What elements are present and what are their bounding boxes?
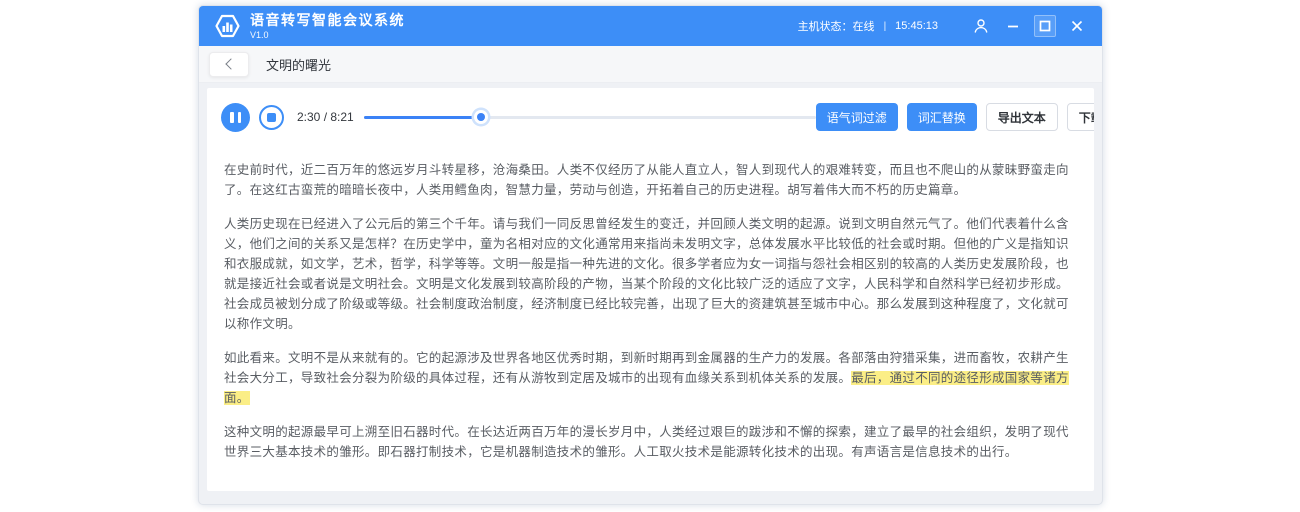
app-window: 语音转写智能会议系统 V1.0 主机状态：在线 | 15:45:13 [198,5,1103,505]
pause-button[interactable] [221,103,250,132]
audio-player: 2:30 / 8:21 语气词过滤 词汇替换 导出文本 下载音频 [207,88,1094,136]
pause-icon [230,112,234,123]
app-title: 语音转写智能会议系统 [250,13,405,28]
download-audio-button[interactable]: 下载音频 [1067,103,1094,131]
close-button[interactable] [1066,15,1088,37]
app-title-block: 语音转写智能会议系统 V1.0 [250,13,405,40]
user-icon[interactable] [970,15,992,37]
title-bar: 语音转写智能会议系统 V1.0 主机状态：在线 | 15:45:13 [199,6,1102,46]
progress-slider[interactable] [364,109,816,125]
time-display: 2:30 / 8:21 [297,110,354,124]
clock: 15:45:13 [895,20,938,32]
app-logo-icon [213,13,241,39]
progress-thumb[interactable] [474,110,488,124]
maximize-button[interactable] [1034,15,1056,37]
transcript-paragraph: 如此看来。文明不是从来就有的。它的起源涉及世界各地区优秀时期，到新时期再到金属器… [224,348,1077,408]
transcript-paragraph: 人类历史现在已经进入了公元后的第三个千年。请与我们一同反思曾经发生的变迁，并回顾… [224,214,1077,334]
back-icon [225,58,236,69]
app-version: V1.0 [250,30,405,40]
progress-fill [364,116,482,119]
minimize-button[interactable] [1002,15,1024,37]
filter-filler-words-button[interactable]: 语气词过滤 [816,103,898,131]
host-status: 主机状态：在线 [798,18,875,34]
stop-button[interactable] [259,105,284,130]
content-card: 2:30 / 8:21 语气词过滤 词汇替换 导出文本 下载音频 在史前时代，近… [207,88,1094,491]
transcript-paragraph: 在史前时代，近二百万年的悠远岁月斗转星移，沧海桑田。人类不仅经历了从能人直立人，… [224,160,1077,200]
transcript: 在史前时代，近二百万年的悠远岁月斗转星移，沧海桑田。人类不仅经历了从能人直立人，… [207,136,1094,462]
stop-icon [267,113,276,122]
word-replace-button[interactable]: 词汇替换 [907,103,977,131]
back-button[interactable] [209,52,249,77]
nav-bar: 文明的曙光 [199,46,1102,83]
player-toolbar: 语气词过滤 词汇替换 导出文本 下载音频 [816,103,1094,131]
export-text-button[interactable]: 导出文本 [986,103,1058,131]
transcript-paragraph: 这种文明的起源最早可上溯至旧石器时代。在长达近两百万年的漫长岁月中，人类经过艰巨… [224,422,1077,462]
document-title: 文明的曙光 [266,55,331,74]
status-separator: | [884,21,887,32]
